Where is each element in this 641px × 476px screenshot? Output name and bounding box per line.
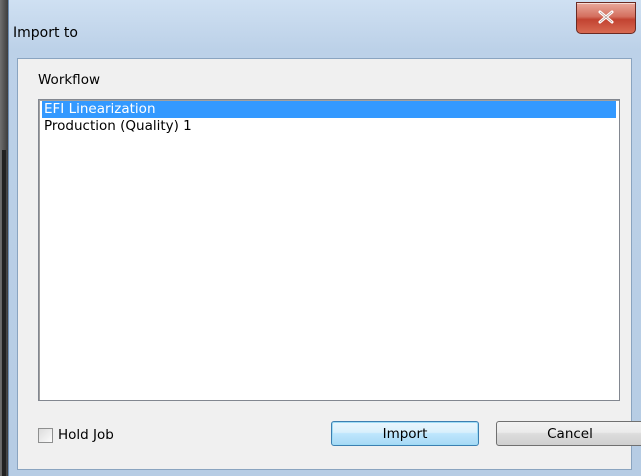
workflow-list-item-production-quality-1[interactable]: Production (Quality) 1 <box>42 118 616 135</box>
cancel-button[interactable]: Cancel <box>496 421 641 446</box>
workflow-list-item-efi-linearization[interactable]: EFI Linearization <box>42 101 616 118</box>
close-icon <box>598 10 614 24</box>
workflow-label: Workflow <box>38 72 100 88</box>
window-title: Import to <box>13 25 78 41</box>
desktop-background-accent <box>2 150 6 476</box>
import-button[interactable]: Import <box>331 421 479 446</box>
hold-job-label[interactable]: Hold Job <box>58 425 114 445</box>
hold-job-checkbox[interactable] <box>38 428 53 443</box>
dialog-body: Workflow EFI Linearization Production (Q… <box>17 58 641 470</box>
import-dialog: Import to Workflow EFI Linearization Pro… <box>8 0 641 476</box>
workflow-list[interactable]: EFI Linearization Production (Quality) 1 <box>38 99 620 401</box>
close-button[interactable] <box>576 2 636 34</box>
title-bar[interactable]: Import to <box>9 0 641 58</box>
desktop-background <box>0 0 8 476</box>
